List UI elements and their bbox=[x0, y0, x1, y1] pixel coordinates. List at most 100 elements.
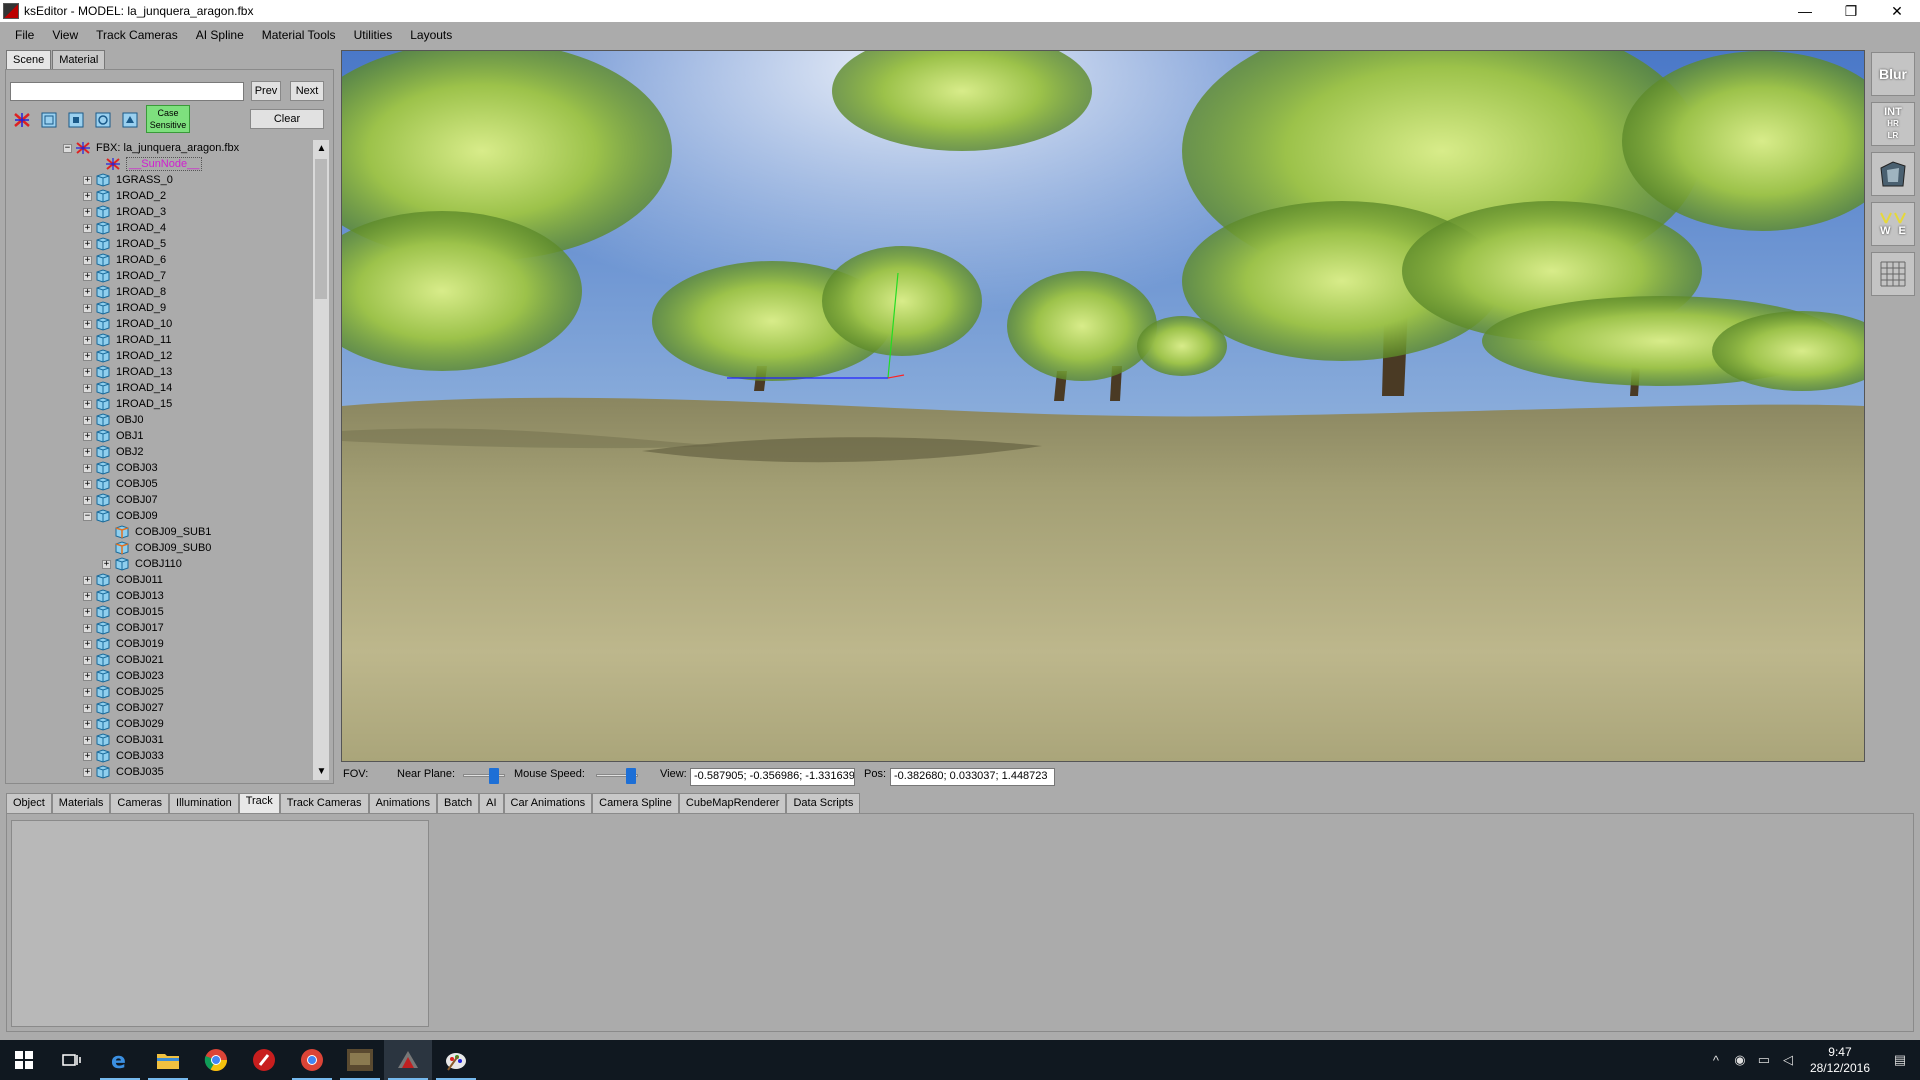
menu-file[interactable]: File bbox=[6, 28, 43, 42]
expand-toggle-icon[interactable]: + bbox=[83, 431, 92, 441]
tree-item[interactable]: + OBJ0 bbox=[83, 412, 144, 428]
tree-item[interactable]: + COBJ019 bbox=[83, 636, 164, 652]
tab-cubemaprenderer[interactable]: CubeMapRenderer bbox=[678, 793, 787, 813]
tab-ai[interactable]: AI bbox=[479, 793, 504, 813]
tree-item[interactable]: + COBJ035 bbox=[83, 764, 164, 780]
expand-toggle-icon[interactable]: + bbox=[83, 255, 92, 265]
tab-object[interactable]: Object bbox=[6, 793, 52, 813]
close-button[interactable]: ✕ bbox=[1874, 0, 1920, 22]
taskbar-paint[interactable] bbox=[432, 1040, 480, 1080]
mouse-speed-slider[interactable] bbox=[596, 768, 638, 784]
tree-item[interactable]: +1ROAD_3 bbox=[83, 204, 166, 220]
tab-materials[interactable]: Materials bbox=[51, 793, 111, 813]
tree-item[interactable]: + COBJ029 bbox=[83, 716, 164, 732]
search-input[interactable] bbox=[10, 82, 244, 101]
tab-cameras[interactable]: Cameras bbox=[110, 793, 170, 813]
expand-toggle-icon[interactable]: + bbox=[83, 495, 92, 505]
expand-toggle-icon[interactable]: + bbox=[83, 687, 92, 697]
menu-ai-spline[interactable]: AI Spline bbox=[187, 28, 253, 42]
tab-material[interactable]: Material bbox=[52, 50, 106, 69]
tree-item[interactable]: +1ROAD_11 bbox=[83, 332, 171, 348]
3d-viewport[interactable] bbox=[341, 50, 1865, 762]
scroll-up-icon[interactable]: ▲ bbox=[313, 140, 330, 157]
expand-toggle-icon[interactable]: + bbox=[83, 607, 92, 617]
expand-toggle-icon[interactable]: + bbox=[83, 575, 92, 585]
taskbar-chrome-2[interactable] bbox=[288, 1040, 336, 1080]
expand-toggle-icon[interactable]: + bbox=[83, 319, 92, 329]
tree-root[interactable]: − FBX: la_junquera_aragon.fbx bbox=[63, 140, 239, 156]
next-button[interactable]: Next bbox=[290, 81, 324, 101]
prev-button[interactable]: Prev bbox=[251, 81, 281, 101]
filter-mesh-icon[interactable] bbox=[38, 109, 60, 131]
west-east-button[interactable]: W E bbox=[1871, 202, 1915, 246]
tree-item[interactable]: + OBJ1 bbox=[83, 428, 144, 444]
tree-item[interactable]: +1ROAD_10 bbox=[83, 316, 172, 332]
tree-item[interactable]: + COBJ015 bbox=[83, 604, 164, 620]
expand-toggle-icon[interactable]: + bbox=[83, 399, 92, 409]
steam-icon[interactable]: ◉ bbox=[1728, 1052, 1752, 1068]
tree-subitem[interactable]: COBJ09_SUB0 bbox=[102, 540, 211, 556]
tree-item[interactable]: + COBJ031 bbox=[83, 732, 164, 748]
tree-item[interactable]: +1ROAD_14 bbox=[83, 380, 172, 396]
tab-batch[interactable]: Batch bbox=[436, 793, 480, 813]
menu-view[interactable]: View bbox=[43, 28, 87, 42]
taskbar-media[interactable] bbox=[240, 1040, 288, 1080]
tab-car-animations[interactable]: Car Animations bbox=[503, 793, 593, 813]
tree-item[interactable]: + COBJ033 bbox=[83, 748, 164, 764]
tree-item[interactable]: +1ROAD_6 bbox=[83, 252, 166, 268]
near-plane-knob[interactable] bbox=[489, 768, 500, 784]
tree-item-sunnode[interactable]: __SunNode__ bbox=[93, 156, 203, 172]
blur-button[interactable]: Blur bbox=[1871, 52, 1915, 96]
taskbar-chrome[interactable] bbox=[192, 1040, 240, 1080]
expand-toggle-icon[interactable]: − bbox=[63, 143, 72, 153]
expand-toggle-icon[interactable]: + bbox=[83, 767, 92, 777]
minimize-button[interactable]: — bbox=[1782, 0, 1828, 22]
tray-chevron-up-icon[interactable]: ^ bbox=[1704, 1053, 1728, 1068]
tab-illumination[interactable]: Illumination bbox=[169, 793, 239, 813]
expand-toggle-icon[interactable]: + bbox=[83, 287, 92, 297]
expand-toggle-icon[interactable]: + bbox=[83, 191, 92, 201]
scroll-thumb[interactable] bbox=[315, 159, 327, 299]
task-view-button[interactable] bbox=[48, 1040, 96, 1080]
tree-item[interactable]: − COBJ09 bbox=[83, 508, 158, 524]
expand-toggle-icon[interactable]: + bbox=[83, 719, 92, 729]
network-icon[interactable]: ▭ bbox=[1752, 1052, 1776, 1068]
expand-toggle-icon[interactable]: + bbox=[83, 623, 92, 633]
expand-toggle-icon[interactable]: + bbox=[83, 351, 92, 361]
tree-item[interactable]: +1ROAD_7 bbox=[83, 268, 166, 284]
expand-toggle-icon[interactable]: + bbox=[83, 751, 92, 761]
near-plane-slider[interactable] bbox=[463, 768, 505, 784]
tree-item[interactable]: + COBJ011 bbox=[83, 572, 163, 588]
grid-button[interactable] bbox=[1871, 252, 1915, 296]
interior-hr-lr-button[interactable]: INT HR LR bbox=[1871, 102, 1915, 146]
menu-utilities[interactable]: Utilities bbox=[345, 28, 402, 42]
tab-data-scripts[interactable]: Data Scripts bbox=[786, 793, 861, 813]
expand-toggle-icon[interactable]: + bbox=[83, 463, 92, 473]
tree-item[interactable]: + COBJ03 bbox=[83, 460, 158, 476]
expand-toggle-icon[interactable]: − bbox=[83, 511, 92, 521]
expand-toggle-icon[interactable]: + bbox=[83, 639, 92, 649]
clear-button[interactable]: Clear bbox=[250, 109, 324, 129]
tree-scrollbar[interactable]: ▲ ▼ bbox=[312, 140, 329, 780]
expand-toggle-icon[interactable]: + bbox=[83, 335, 92, 345]
position-field[interactable]: -0.382680; 0.033037; 1.448723 bbox=[890, 768, 1055, 786]
view-vector-field[interactable]: -0.587905; -0.356986; -1.331639 bbox=[690, 768, 855, 786]
tree-item[interactable]: +1ROAD_9 bbox=[83, 300, 166, 316]
expand-toggle-icon[interactable]: + bbox=[83, 303, 92, 313]
filter-material-icon[interactable] bbox=[92, 109, 114, 131]
start-button[interactable] bbox=[0, 1040, 48, 1080]
expand-toggle-icon[interactable]: + bbox=[83, 367, 92, 377]
notifications-icon[interactable]: ▤ bbox=[1880, 1052, 1920, 1068]
menu-layouts[interactable]: Layouts bbox=[401, 28, 461, 42]
tab-camera-spline[interactable]: Camera Spline bbox=[592, 793, 679, 813]
restore-button[interactable]: ❐ bbox=[1828, 0, 1874, 22]
tree-item[interactable]: + COBJ07 bbox=[83, 492, 158, 508]
tree-item[interactable]: + COBJ023 bbox=[83, 668, 164, 684]
tab-scene[interactable]: Scene bbox=[6, 50, 52, 69]
scroll-down-icon[interactable]: ▼ bbox=[313, 763, 330, 780]
tree-subitem[interactable]: + COBJ110 bbox=[102, 556, 182, 572]
tree-subitem[interactable]: COBJ09_SUB1 bbox=[102, 524, 211, 540]
clock[interactable]: 9:47 28/12/2016 bbox=[1810, 1044, 1870, 1076]
tree-item[interactable]: +1ROAD_13 bbox=[83, 364, 172, 380]
tree-item[interactable]: + COBJ017 bbox=[83, 620, 164, 636]
